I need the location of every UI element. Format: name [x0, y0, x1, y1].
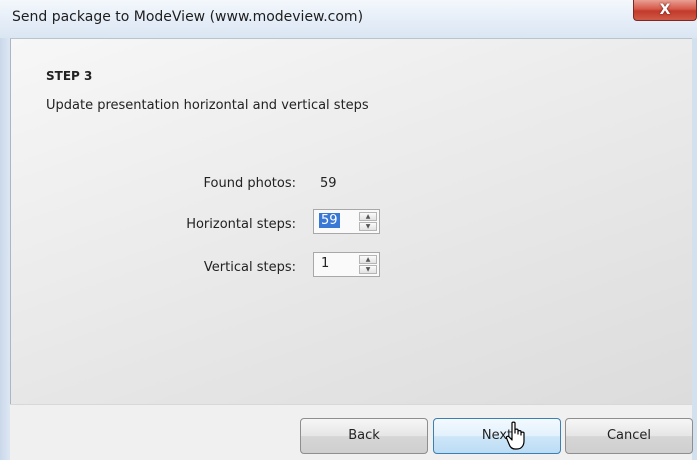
window-frame-right — [692, 38, 697, 460]
window-frame-left — [0, 38, 10, 460]
horizontal-steps-spin-buttons: ▲ ▼ — [359, 212, 377, 231]
hand-pointer-cursor-icon — [505, 421, 525, 450]
vertical-steps-spin-buttons: ▲ ▼ — [359, 255, 377, 274]
title-bar: Send package to ModeView (www.modeview.c… — [0, 0, 697, 38]
step-description: Update presentation horizontal and verti… — [46, 98, 369, 113]
vertical-steps-input[interactable]: 1 — [319, 256, 331, 271]
horizontal-steps-input[interactable]: 59 — [319, 213, 340, 228]
close-icon: X — [659, 2, 671, 18]
horizontal-steps-stepper[interactable]: 59 ▲ ▼ — [313, 209, 380, 234]
spin-up-arrow-icon[interactable]: ▲ — [359, 212, 377, 221]
found-photos-value: 59 — [320, 176, 337, 191]
button-bar: Back Next Cancel — [10, 404, 693, 460]
wizard-content-panel: STEP 3 Update presentation horizontal an… — [10, 38, 692, 404]
cancel-button[interactable]: Cancel — [565, 418, 693, 454]
spin-down-arrow-icon[interactable]: ▼ — [359, 222, 377, 231]
back-button[interactable]: Back — [300, 418, 428, 454]
vertical-steps-label: Vertical steps: — [203, 260, 296, 275]
vertical-steps-stepper[interactable]: 1 ▲ ▼ — [313, 252, 380, 277]
window-title: Send package to ModeView (www.modeview.c… — [12, 9, 364, 25]
step-title: STEP 3 — [46, 69, 93, 83]
found-photos-label: Found photos: — [203, 176, 296, 191]
spin-up-arrow-icon[interactable]: ▲ — [359, 255, 377, 264]
dialog-window: Send package to ModeView (www.modeview.c… — [0, 0, 697, 460]
spin-down-arrow-icon[interactable]: ▼ — [359, 265, 377, 274]
next-button[interactable]: Next — [433, 418, 561, 454]
close-button[interactable]: X — [633, 0, 697, 21]
horizontal-steps-label: Horizontal steps: — [186, 217, 296, 232]
